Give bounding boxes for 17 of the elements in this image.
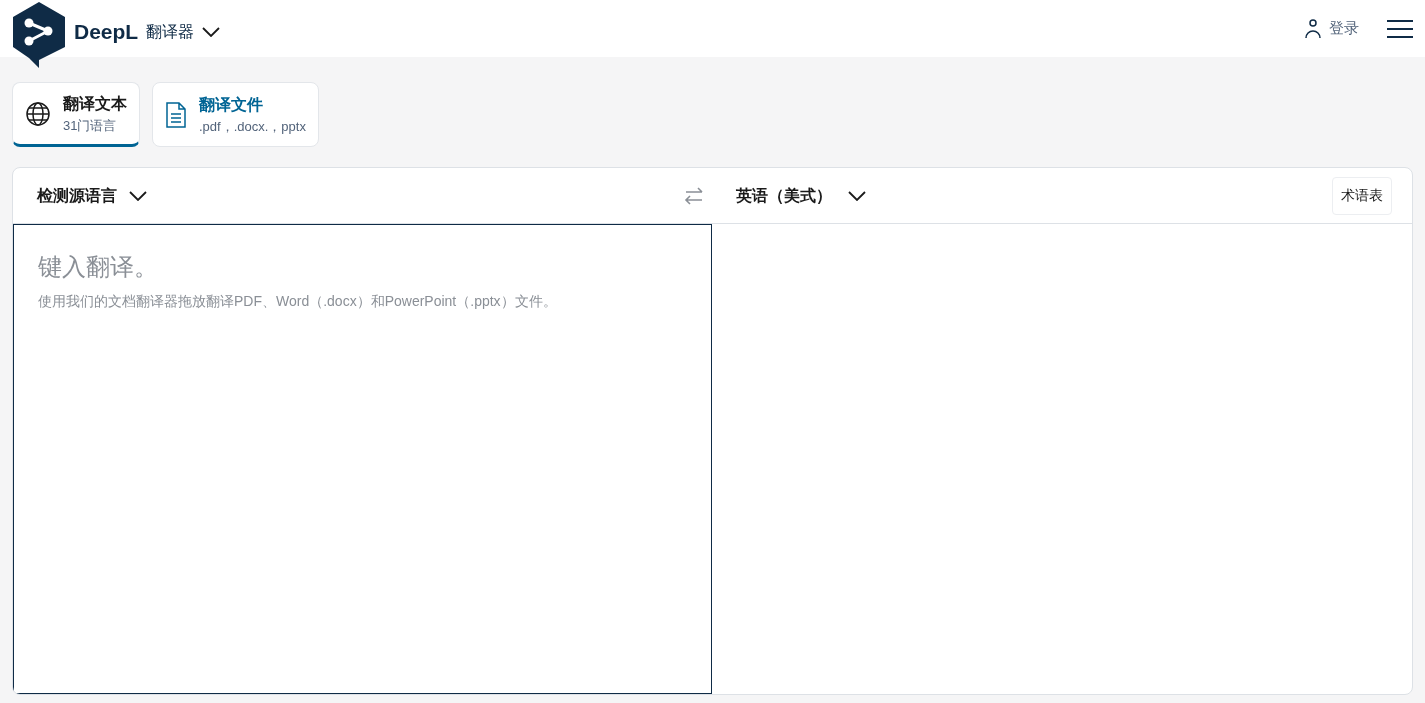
document-icon — [165, 101, 187, 128]
glossary-button[interactable]: 术语表 — [1332, 176, 1392, 215]
target-language-button[interactable]: 英语（美式） — [736, 183, 866, 208]
globe-icon — [25, 100, 51, 127]
menu-icon[interactable] — [1387, 19, 1413, 38]
user-icon — [1305, 18, 1321, 39]
mode-tab[interactable]: 翻译文本 31门语言 — [12, 82, 140, 147]
product-menu-button[interactable]: DeepL 翻译器 — [74, 16, 221, 48]
source-input-field[interactable]: 键入翻译。 — [38, 249, 687, 283]
login-button[interactable]: 登录 — [1305, 17, 1359, 40]
drop-hint-text: 使用我们的文档翻译器拖放翻译PDF、Word（.docx）和PowerPoint（.pptx）文件。 — [38, 292, 558, 311]
source-language-button[interactable]: 检测源语言 — [37, 183, 147, 208]
swap-icon[interactable] — [684, 186, 704, 205]
chevron-down-icon — [848, 190, 866, 201]
chevron-down-icon — [202, 27, 221, 37]
chevron-down-icon — [129, 190, 147, 201]
mode-tab[interactable]: 翻译文件 .pdf，.docx.，pptx — [152, 82, 319, 147]
